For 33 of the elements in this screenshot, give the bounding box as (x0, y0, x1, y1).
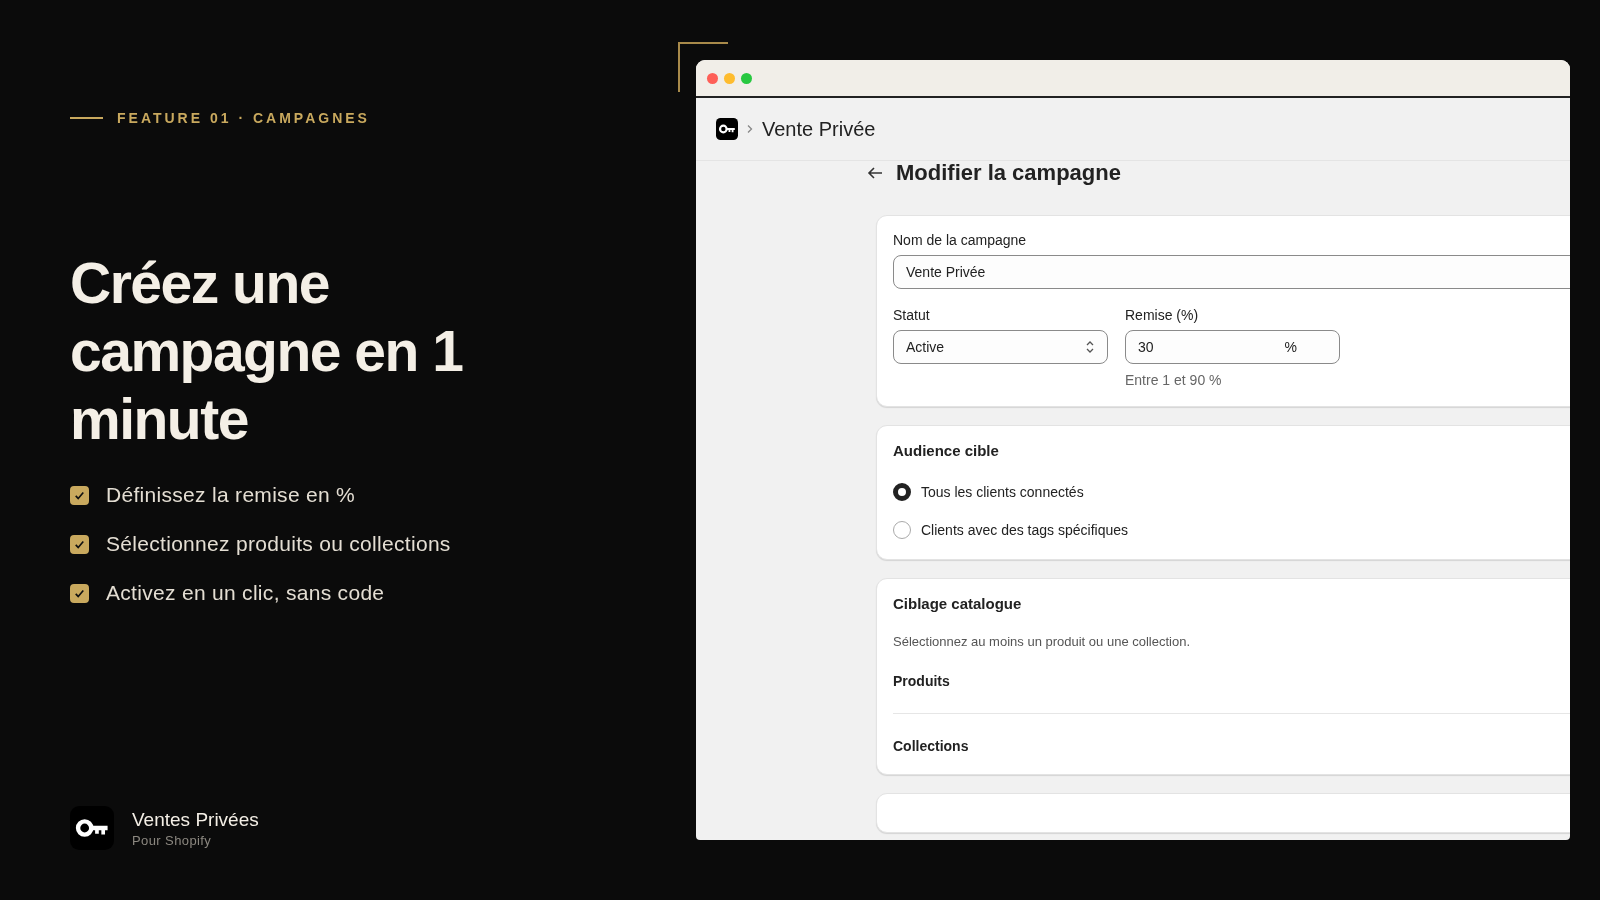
section-heading: Collections (893, 713, 1570, 770)
key-app-icon (716, 118, 738, 140)
back-arrow-icon[interactable] (866, 166, 884, 180)
breadcrumb[interactable]: Vente Privée (762, 117, 876, 141)
feature-text: Sélectionnez produits ou collections (106, 532, 451, 556)
brand-name: Ventes Privées (132, 808, 259, 831)
card-title: Audience cible (893, 442, 1000, 459)
chevron-icon (746, 124, 754, 134)
discount-field[interactable]: 30 % (1125, 330, 1340, 364)
page-title: Modifier la campagne (896, 160, 1121, 186)
option-label: Clients avec des tags spécifiques (921, 522, 1128, 538)
feature-text: Définissez la remise en % (106, 483, 356, 507)
input-field[interactable]: Vente Privée (893, 255, 1570, 289)
maximize-button[interactable] (741, 72, 752, 84)
field-label: Statut (893, 307, 931, 323)
updown-icon (1085, 339, 1095, 355)
field-label: Remise (%) (1125, 307, 1200, 323)
card-title: Ciblage catalogue (893, 595, 1023, 612)
field-label: Nom de la campagne (893, 232, 1028, 248)
brand-tagline: Pour Shopify (132, 832, 213, 848)
section-heading: Produits (893, 672, 951, 691)
help-text: Entre 1 et 90 % (1125, 372, 1223, 388)
card-description: Sélectionnez au moins un produit ou une collection. (893, 634, 1192, 649)
option-label: Tous les clients connectés (921, 484, 1084, 500)
feature-text: Activez en un clic, sans code (106, 581, 385, 605)
radio-button[interactable] (893, 521, 911, 539)
eyebrow-label: FEATURE 01 · CAMPAGNES (117, 110, 370, 126)
close-button[interactable] (707, 72, 718, 84)
radio-button[interactable] (893, 483, 911, 501)
headline: Créez une campagne en 1 minute (70, 250, 464, 453)
minimize-button[interactable] (724, 72, 735, 84)
status-select[interactable]: Active (893, 330, 1108, 364)
key-logo-icon (70, 806, 114, 850)
